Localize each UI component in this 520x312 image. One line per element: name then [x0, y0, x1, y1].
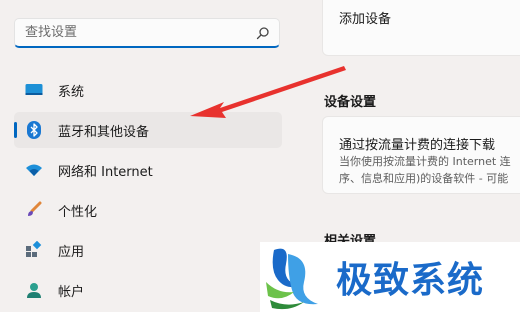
wifi-icon	[24, 160, 44, 180]
sidebar-item-system[interactable]: 系统	[14, 72, 282, 108]
sidebar-item-label: 应用	[58, 244, 85, 260]
device-settings-heading: 设备设置	[324, 95, 377, 110]
bluetooth-icon	[24, 120, 44, 140]
selection-indicator	[14, 122, 17, 138]
description-line: 当你使用按流量计费的 Internet 连	[339, 155, 511, 168]
apps-icon	[24, 240, 44, 260]
watermark-text: 极致系统	[336, 260, 485, 301]
sidebar-item-label: 网络和 Internet	[58, 164, 153, 180]
search-box[interactable]	[14, 18, 280, 48]
add-device-card[interactable]: 添加设备	[322, 0, 520, 56]
metered-download-description: 当你使用按流量计费的 Internet 连 序、信息和应用)的设备软件 - 可能	[339, 153, 520, 187]
sidebar-item-bluetooth[interactable]: 蓝牙和其他设备	[14, 112, 282, 148]
sidebar-item-label: 个性化	[58, 204, 98, 220]
sidebar-item-label: 帐户	[58, 284, 85, 300]
brush-icon	[24, 200, 44, 220]
description-line: 序、信息和应用)的设备软件 - 可能	[339, 172, 509, 185]
sidebar-item-label: 蓝牙和其他设备	[58, 124, 150, 140]
sidebar-item-accounts[interactable]: 帐户	[14, 272, 282, 308]
sidebar-item-network[interactable]: 网络和 Internet	[14, 152, 282, 188]
search-icon[interactable]	[255, 25, 271, 41]
metered-download-label: 通过按流量计费的连接下载	[339, 138, 496, 153]
add-device-label: 添加设备	[339, 12, 392, 27]
navigation-pane: 系统 蓝牙和其他设备 网络和 Internet 个性化 应用	[0, 0, 300, 312]
sidebar-item-apps[interactable]: 应用	[14, 232, 282, 268]
watermark: 极致系统	[260, 242, 520, 312]
sidebar-item-personalization[interactable]: 个性化	[14, 192, 282, 228]
search-input[interactable]	[25, 25, 255, 40]
sidebar-item-label: 系统	[58, 84, 85, 100]
settings-window: 系统 蓝牙和其他设备 网络和 Internet 个性化 应用	[0, 0, 520, 312]
system-icon	[24, 80, 44, 100]
account-icon	[24, 280, 44, 300]
metered-download-card[interactable]: 通过按流量计费的连接下载 当你使用按流量计费的 Internet 连 序、信息和…	[322, 116, 520, 194]
watermark-logo-icon	[266, 248, 318, 310]
